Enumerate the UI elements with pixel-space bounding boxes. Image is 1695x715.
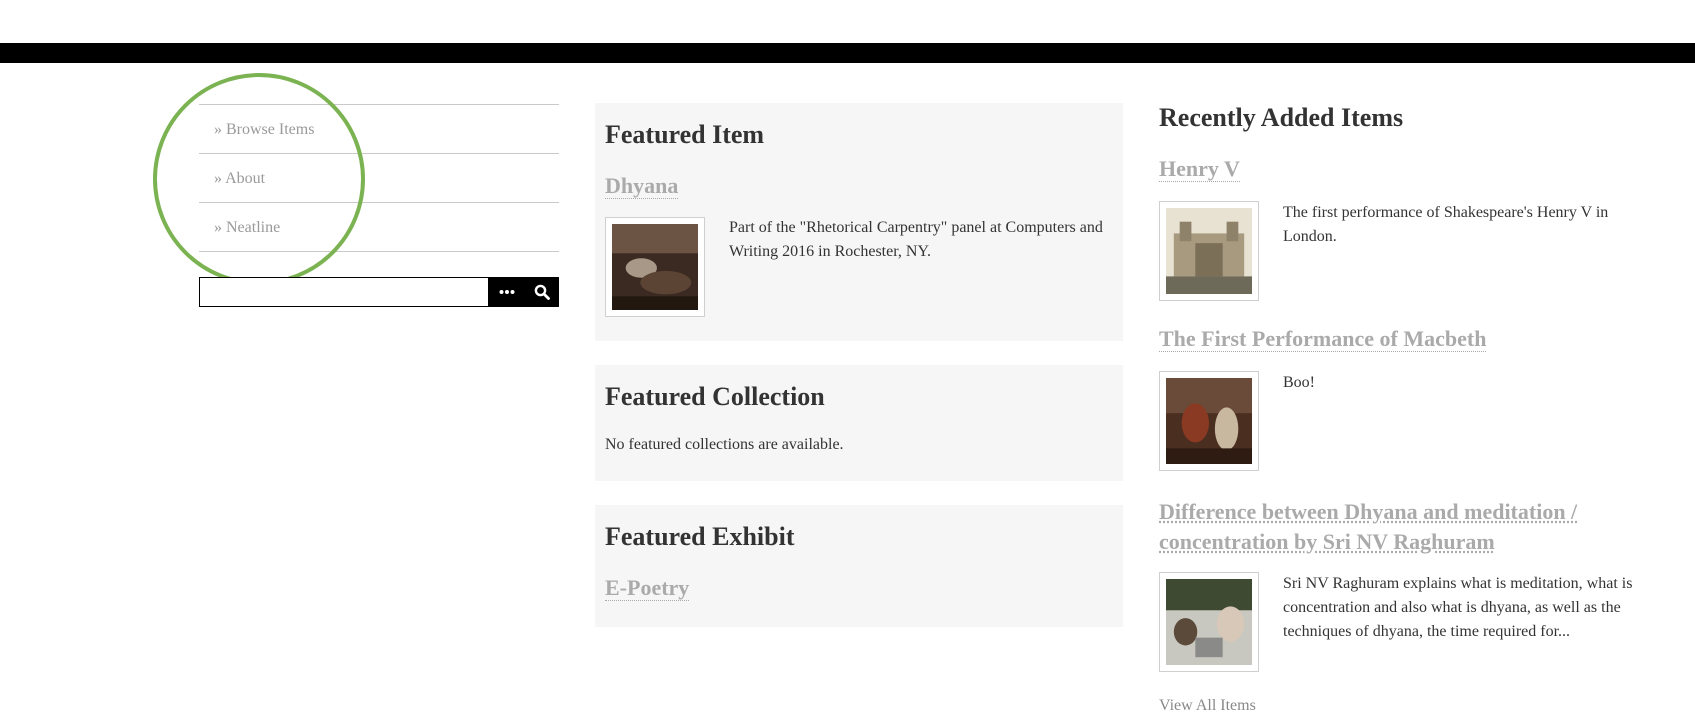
featured-collection-panel: Featured Collection No featured collecti… [595, 365, 1123, 481]
recent-item-title-link[interactable]: The First Performance of Macbeth [1159, 327, 1487, 352]
top-bar [0, 43, 1695, 63]
search-form [199, 277, 559, 307]
featured-item-heading: Featured Item [605, 120, 765, 149]
featured-item-description: Part of the "Rhetorical Carpentry" panel… [729, 219, 1103, 260]
featured-exhibit-heading: Featured Exhibit [605, 522, 795, 551]
featured-item-thumbnail[interactable] [605, 217, 705, 317]
view-all-items-link[interactable]: View All Items [1159, 697, 1256, 715]
recent-item-image [1166, 579, 1252, 665]
recent-items-heading: Recently Added Items [1159, 103, 1404, 132]
recent-item-description: Sri NV Raghuram explains what is meditat… [1283, 575, 1633, 640]
featured-collection-heading: Featured Collection [605, 382, 825, 411]
recent-item-image [1166, 378, 1252, 464]
featured-item-image [612, 224, 698, 310]
featured-exhibit-title-link[interactable]: E-Poetry [605, 576, 690, 601]
recent-item-image [1166, 208, 1252, 294]
recent-item-description: The first performance of Shakespeare's H… [1283, 204, 1609, 245]
nav-item-about[interactable]: » About [199, 154, 559, 203]
recent-item-thumbnail[interactable] [1159, 572, 1259, 672]
featured-exhibit-panel: Featured Exhibit E-Poetry [595, 505, 1123, 627]
featured-collection-empty-text: No featured collections are available. [605, 436, 844, 453]
recent-item-description: Boo! [1283, 374, 1315, 391]
advanced-search-button[interactable] [489, 277, 524, 307]
site-navigation: » Browse Items » About » Neatline [199, 104, 559, 252]
ellipsis-icon [499, 290, 514, 294]
recent-item-thumbnail[interactable] [1159, 201, 1259, 301]
nav-item-browse-items[interactable]: » Browse Items [199, 105, 559, 154]
search-icon [534, 284, 550, 300]
recent-item-title-link[interactable]: Henry V [1159, 157, 1240, 182]
featured-item-panel: Featured Item Dhyana Part of the "Rhetor… [595, 103, 1123, 341]
nav-item-neatline[interactable]: » Neatline [199, 203, 559, 252]
recent-item-title-link[interactable]: Difference between Dhyana and meditation… [1159, 497, 1599, 557]
featured-item-title-link[interactable]: Dhyana [605, 174, 679, 199]
recent-item-thumbnail[interactable] [1159, 371, 1259, 471]
search-input[interactable] [199, 277, 489, 307]
search-submit-button[interactable] [524, 277, 559, 307]
